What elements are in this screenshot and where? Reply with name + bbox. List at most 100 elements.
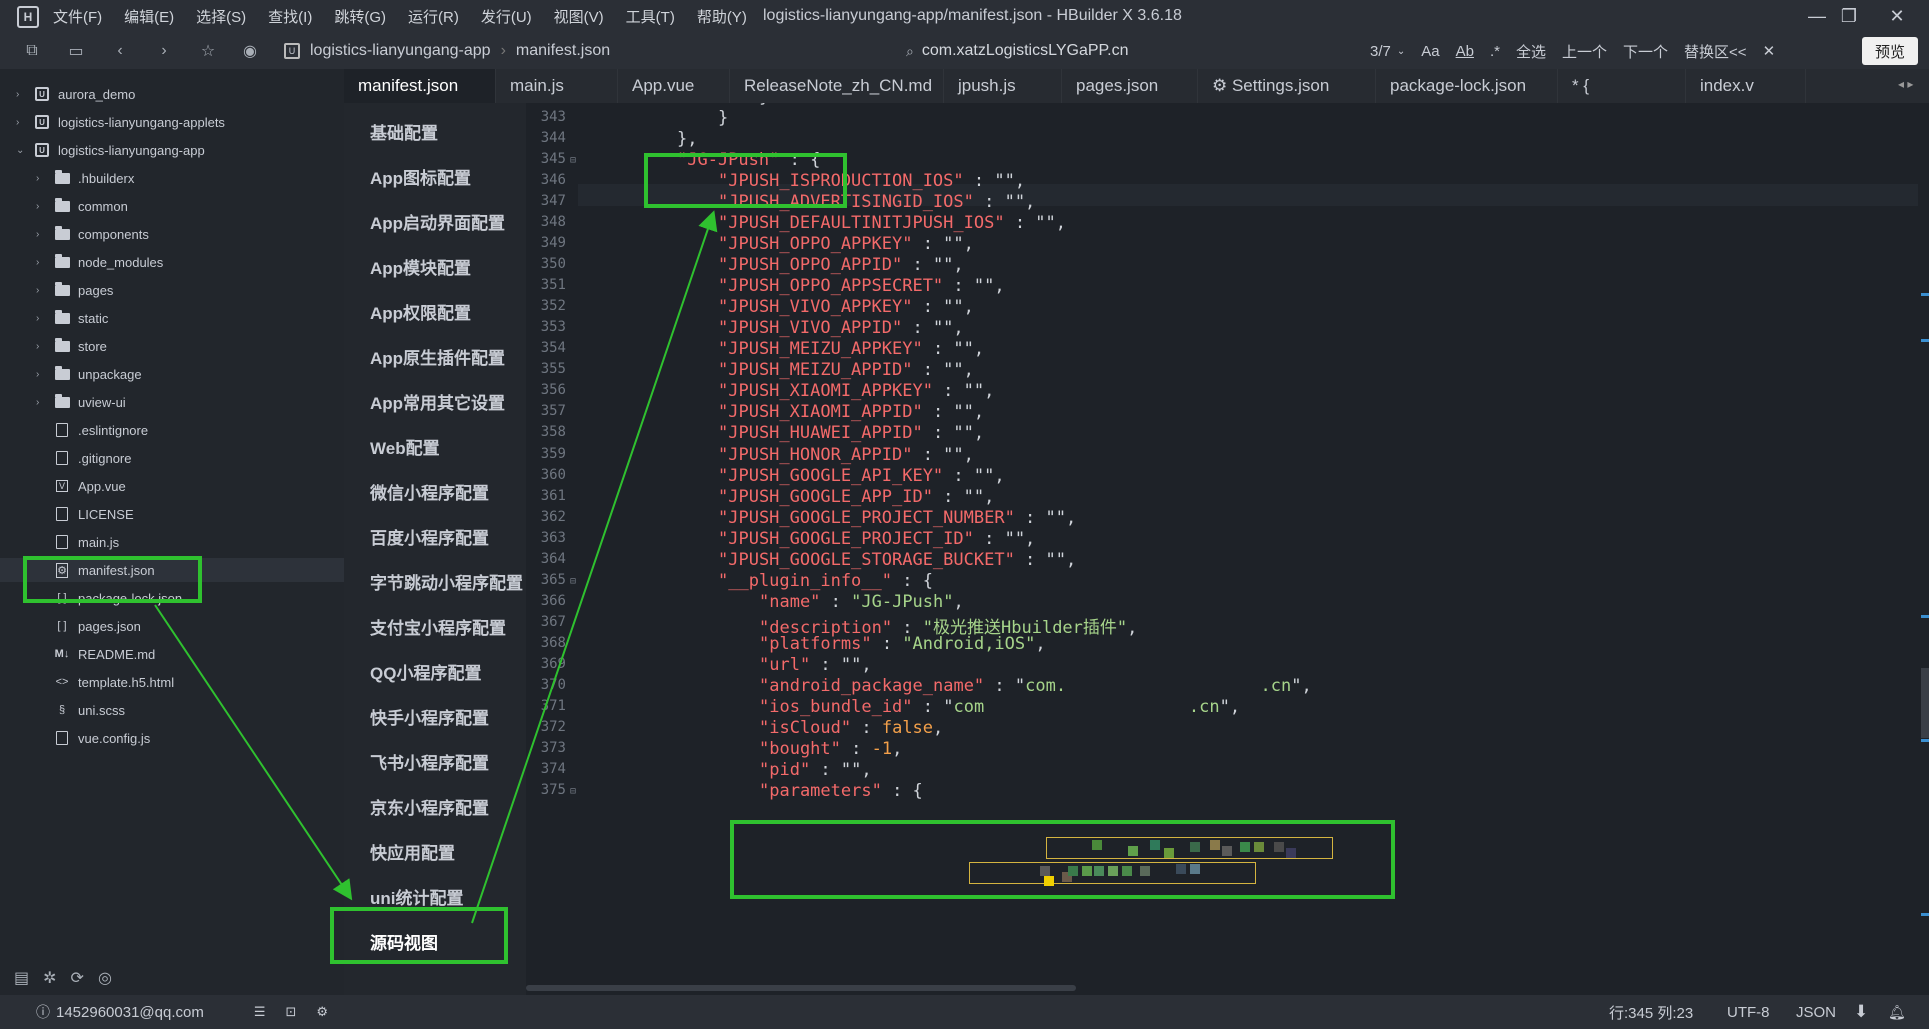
- tree-item[interactable]: › store: [0, 334, 344, 358]
- file-encoding[interactable]: UTF-8: [1727, 995, 1770, 1029]
- next-match-button[interactable]: 下一个: [1623, 41, 1668, 62]
- chevron-right-icon[interactable]: ›: [36, 285, 48, 296]
- chevron-right-icon[interactable]: ›: [36, 201, 48, 212]
- tab[interactable]: App.vue: [618, 69, 730, 103]
- chevron-right-icon[interactable]: ›: [36, 229, 48, 240]
- back-icon[interactable]: ‹: [108, 39, 132, 63]
- tab-scroll-arrows[interactable]: ◂ ▸: [1898, 77, 1913, 91]
- menu-item[interactable]: 帮助(Y): [697, 6, 747, 27]
- config-nav-item[interactable]: 支付宝小程序配置: [370, 614, 506, 639]
- bookmark-star-icon[interactable]: ☆: [196, 39, 220, 63]
- chevron-right-icon[interactable]: ›: [16, 117, 28, 128]
- tree-item[interactable]: [ ] pages.json: [0, 614, 344, 638]
- menu-item[interactable]: 跳转(G): [334, 6, 386, 27]
- tree-item[interactable]: vue.config.js: [0, 726, 344, 750]
- code-line[interactable]: "JPUSH_MEIZU_APPKEY" : "",: [718, 339, 984, 359]
- tab[interactable]: jpush.js: [944, 69, 1062, 103]
- search-input[interactable]: com.xatzLogisticsLYGaPP.cn: [922, 42, 1129, 60]
- chevron-down-icon[interactable]: ⌄: [1397, 46, 1405, 57]
- code-line[interactable]: }: [718, 108, 728, 128]
- code-line[interactable]: "JPUSH_VIVO_APPID" : "",: [718, 318, 964, 338]
- replace-toggle-button[interactable]: 替换区<<: [1684, 41, 1747, 62]
- tree-item[interactable]: § uni.scss: [0, 698, 344, 722]
- code-line[interactable]: "JPUSH_OPPO_APPID" : "",: [718, 255, 964, 275]
- code-line[interactable]: "__plugin_info__" : {: [718, 571, 933, 591]
- fold-icon[interactable]: ⊟: [570, 155, 576, 166]
- config-nav-item[interactable]: App图标配置: [370, 164, 471, 189]
- config-nav-item[interactable]: App权限配置: [370, 299, 471, 324]
- config-nav-item[interactable]: App原生插件配置: [370, 344, 505, 369]
- config-nav-item[interactable]: 百度小程序配置: [370, 524, 489, 549]
- tree-item[interactable]: main.js: [0, 530, 344, 554]
- code-line[interactable]: "JPUSH_DEFAULTINITJPUSH_IOS" : "",: [718, 213, 1066, 233]
- config-nav-item[interactable]: 字节跳动小程序配置: [370, 569, 523, 594]
- tree-item[interactable]: .eslintignore: [0, 418, 344, 442]
- menu-item[interactable]: 运行(R): [408, 6, 459, 27]
- explorer-icon[interactable]: ▤: [14, 968, 29, 988]
- whole-word-toggle[interactable]: Ab: [1456, 43, 1474, 60]
- code-line[interactable]: },: [677, 129, 697, 149]
- chevron-right-icon[interactable]: ›: [36, 173, 48, 184]
- tree-item[interactable]: .gitignore: [0, 446, 344, 470]
- match-case-toggle[interactable]: Aa: [1421, 43, 1439, 60]
- code-line[interactable]: "isCloud" : false,: [759, 718, 943, 738]
- tab[interactable]: pages.json: [1062, 69, 1198, 103]
- fold-icon[interactable]: ⊟: [570, 786, 576, 797]
- code-line[interactable]: "JPUSH_GOOGLE_PROJECT_NUMBER" : "",: [718, 508, 1076, 528]
- tree-item[interactable]: <> template.h5.html: [0, 670, 344, 694]
- config-nav-item[interactable]: 快手小程序配置: [370, 704, 489, 729]
- code-line[interactable]: "pid" : "",: [759, 760, 872, 780]
- horizontal-scrollbar-thumb[interactable]: [526, 985, 1076, 991]
- tree-item[interactable]: › uview-ui: [0, 390, 344, 414]
- vertical-scrollbar-thumb[interactable]: [1921, 668, 1929, 738]
- config-nav-item[interactable]: 飞书小程序配置: [370, 749, 489, 774]
- tree-item[interactable]: › Uaurora_demo: [0, 82, 344, 106]
- close-icon[interactable]: ✕: [1877, 2, 1917, 30]
- code-line[interactable]: "JPUSH_HONOR_APPID" : "",: [718, 445, 974, 465]
- tab[interactable]: ReleaseNote_zh_CN.md: [730, 69, 944, 103]
- code-line[interactable]: "JPUSH_MEIZU_APPID" : "",: [718, 360, 974, 380]
- tree-item[interactable]: › common: [0, 194, 344, 218]
- cursor-position[interactable]: 行:345 列:23: [1609, 995, 1693, 1029]
- tab[interactable]: index.v: [1686, 69, 1806, 103]
- tree-item[interactable]: V App.vue: [0, 474, 344, 498]
- tree-item[interactable]: › static: [0, 306, 344, 330]
- menu-item[interactable]: 选择(S): [196, 6, 246, 27]
- chevron-right-icon[interactable]: ›: [36, 257, 48, 268]
- menu-item[interactable]: 工具(T): [626, 6, 675, 27]
- new-file-icon[interactable]: ⧉: [20, 39, 44, 63]
- tree-item[interactable]: M↓ README.md: [0, 642, 344, 666]
- chevron-right-icon[interactable]: ›: [36, 341, 48, 352]
- config-nav-item[interactable]: App启动界面配置: [370, 209, 505, 234]
- code-line[interactable]: "android_package_name" : "com. .cn",: [759, 676, 1312, 696]
- forward-icon[interactable]: ›: [152, 39, 176, 63]
- terminal-icon[interactable]: ⊡: [286, 1004, 297, 1020]
- code-line[interactable]: "JPUSH_OPPO_APPKEY" : "",: [718, 234, 974, 254]
- config-nav-item[interactable]: uni统计配置: [370, 884, 464, 909]
- menu-item[interactable]: 文件(F): [53, 6, 102, 27]
- breadcrumb-project[interactable]: logistics-lianyungang-app: [310, 42, 491, 60]
- code-line[interactable]: "ios_bundle_id" : "com .cn",: [759, 697, 1240, 717]
- breadcrumb-file[interactable]: manifest.json: [516, 42, 610, 60]
- code-line[interactable]: "parameters" : {: [759, 781, 923, 801]
- config-nav-item[interactable]: 京东小程序配置: [370, 794, 489, 819]
- code-line[interactable]: "JPUSH_VIVO_APPKEY" : "",: [718, 297, 974, 317]
- regex-toggle[interactable]: .*: [1490, 43, 1500, 60]
- save-icon[interactable]: ▭: [64, 39, 88, 63]
- chevron-right-icon[interactable]: ›: [36, 397, 48, 408]
- tree-item[interactable]: › Ulogistics-lianyungang-applets: [0, 110, 344, 134]
- menu-item[interactable]: 查找(I): [268, 6, 312, 27]
- code-line[interactable]: }: [759, 103, 769, 107]
- code-line[interactable]: "JPUSH_HUAWEI_APPID" : "",: [718, 423, 984, 443]
- config-nav-item[interactable]: 微信小程序配置: [370, 479, 489, 504]
- tree-item[interactable]: ⌄ Ulogistics-lianyungang-app: [0, 138, 344, 162]
- code-line[interactable]: "JPUSH_XIAOMI_APPID" : "",: [718, 402, 984, 422]
- config-nav-item[interactable]: App模块配置: [370, 254, 471, 279]
- tab[interactable]: manifest.json: [344, 69, 496, 103]
- plugin-icon[interactable]: ⚙: [316, 1004, 328, 1020]
- run-icon[interactable]: ◉: [238, 39, 262, 63]
- tree-item[interactable]: › components: [0, 222, 344, 246]
- code-line[interactable]: "bought" : -1,: [759, 739, 902, 759]
- code-line[interactable]: "JPUSH_GOOGLE_PROJECT_ID" : "",: [718, 529, 1035, 549]
- tab[interactable]: package-lock.json: [1376, 69, 1558, 103]
